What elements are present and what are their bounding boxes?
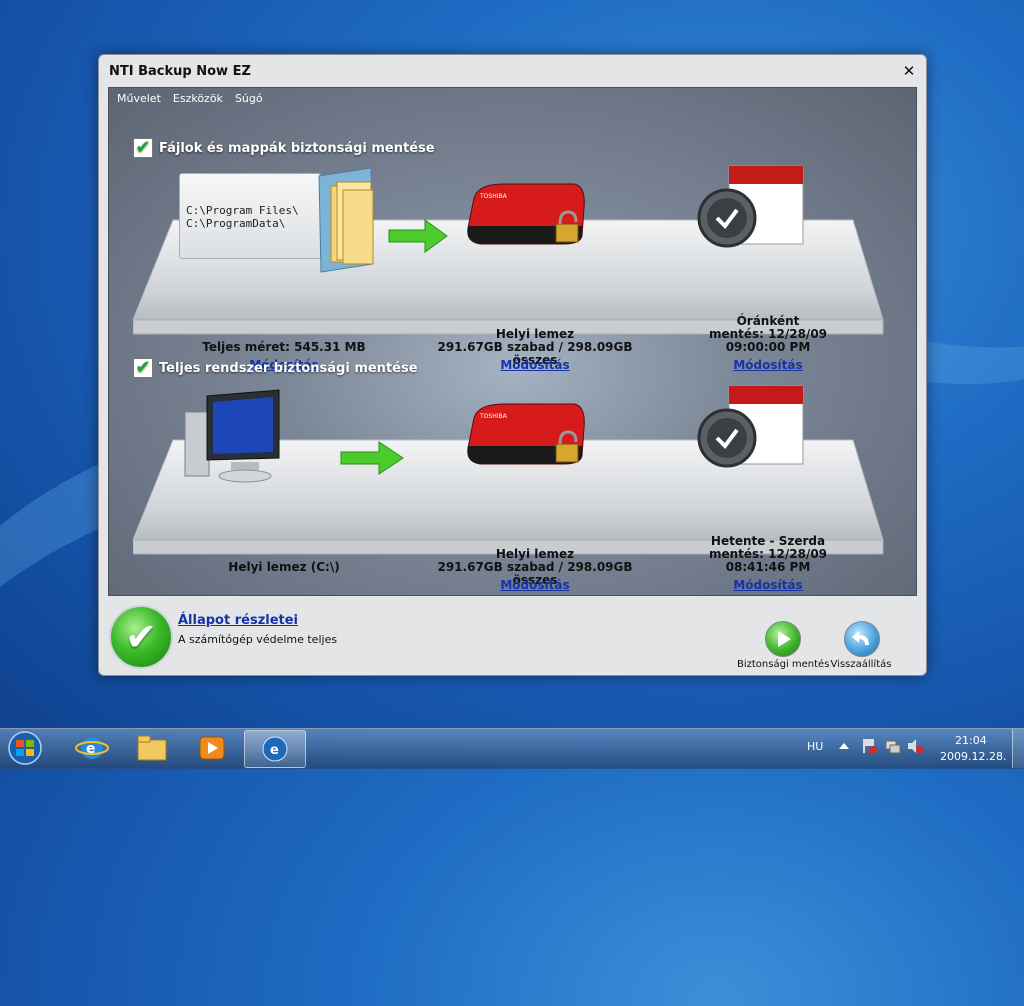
total-size-label: Teljes méret: 545.31 MB — [202, 340, 366, 354]
restore-button-label: Visszaállítás — [830, 659, 892, 670]
backup-button[interactable] — [765, 621, 801, 657]
menu-item-sugo[interactable]: Súgó — [235, 90, 263, 108]
taskbar-backup-app[interactable]: e — [244, 730, 306, 768]
taskbar-explorer[interactable] — [122, 730, 182, 766]
menu-item-muvelet[interactable]: Művelet — [117, 90, 161, 108]
schedule-calendar-icon — [697, 165, 804, 248]
external-drive-icon: TOSHIBA — [467, 183, 585, 245]
modify-schedule-link[interactable]: Módosítás — [705, 578, 831, 592]
status-text: A számítógép védelme teljes — [178, 633, 338, 646]
schedule-calendar-icon — [697, 385, 804, 468]
modify-destination-link[interactable]: Módosítás — [465, 358, 605, 372]
status-ok-icon[interactable]: ✔ — [109, 605, 173, 669]
play-icon — [778, 631, 791, 647]
arrow-icon — [340, 441, 404, 475]
folder-icon — [137, 735, 167, 761]
restore-button[interactable] — [844, 621, 880, 657]
action-center-flag-icon[interactable] — [860, 737, 878, 755]
backup-button-label: Biztonsági mentés — [737, 659, 830, 670]
window-title: NTI Backup Now EZ — [109, 64, 251, 79]
backup-app-icon: e — [262, 736, 288, 762]
drive-brand-label: TOSHIBA — [479, 413, 508, 420]
modify-destination-link[interactable]: Módosítás — [465, 578, 605, 592]
start-button[interactable] — [5, 731, 45, 765]
menu-item-eszkozok[interactable]: Eszközök — [173, 90, 223, 108]
app-window: NTI Backup Now EZ ✕ Művelet Eszközök Súg… — [98, 54, 927, 676]
source-path: C:\Program Files\ — [186, 204, 299, 217]
volume-muted-icon[interactable] — [906, 737, 924, 755]
schedule-time: 08:41:46 PM — [725, 560, 811, 574]
show-desktop-button[interactable] — [1012, 729, 1024, 768]
internet-explorer-icon: e — [75, 737, 109, 759]
files-section-header: ✔ Fájlok és mappák biztonsági mentése — [133, 138, 435, 158]
show-hidden-icons-icon[interactable] — [838, 740, 850, 752]
folder-icon — [318, 167, 374, 273]
drive-brand-label: TOSHIBA — [479, 193, 508, 200]
menu-bar: Művelet Eszközök Súgó — [117, 90, 263, 108]
close-button[interactable]: ✕ — [900, 62, 918, 80]
clock-time[interactable]: 21:04 — [955, 734, 987, 747]
undo-arrow-icon — [852, 631, 869, 645]
modify-schedule-link[interactable]: Módosítás — [705, 358, 831, 372]
system-section-title: Teljes rendszer biztonsági mentése — [159, 360, 418, 376]
source-drive-label: Helyi lemez (C:\) — [228, 560, 340, 574]
source-paths-box[interactable]: C:\Program Files\ C:\ProgramData\ — [179, 173, 321, 259]
language-indicator[interactable]: HU — [807, 740, 823, 753]
source-path: C:\ProgramData\ — [186, 217, 286, 230]
taskbar-media-player[interactable] — [182, 730, 242, 766]
computer-monitor-icon — [184, 389, 280, 483]
system-section-header: ✔ Teljes rendszer biztonsági mentése — [133, 358, 418, 378]
files-section-title: Fájlok és mappák biztonsági mentése — [159, 140, 435, 156]
taskbar-internet-explorer[interactable]: e — [62, 730, 122, 766]
arrow-icon — [388, 219, 448, 253]
title-bar[interactable]: NTI Backup Now EZ ✕ — [99, 55, 926, 87]
external-drive-icon: TOSHIBA — [467, 403, 585, 465]
svg-text:e: e — [270, 743, 279, 758]
clock-date[interactable]: 2009.12.28. — [940, 750, 1006, 763]
system-backup-checkbox[interactable]: ✔ — [133, 358, 153, 378]
files-backup-checkbox[interactable]: ✔ — [133, 138, 153, 158]
main-panel: Művelet Eszközök Súgó ✔ Fájlok és mappák… — [108, 87, 917, 596]
schedule-time: 09:00:00 PM — [725, 340, 811, 354]
network-icon[interactable] — [884, 737, 902, 755]
status-details-link[interactable]: Állapot részletei — [178, 613, 298, 628]
media-player-icon — [199, 736, 225, 760]
